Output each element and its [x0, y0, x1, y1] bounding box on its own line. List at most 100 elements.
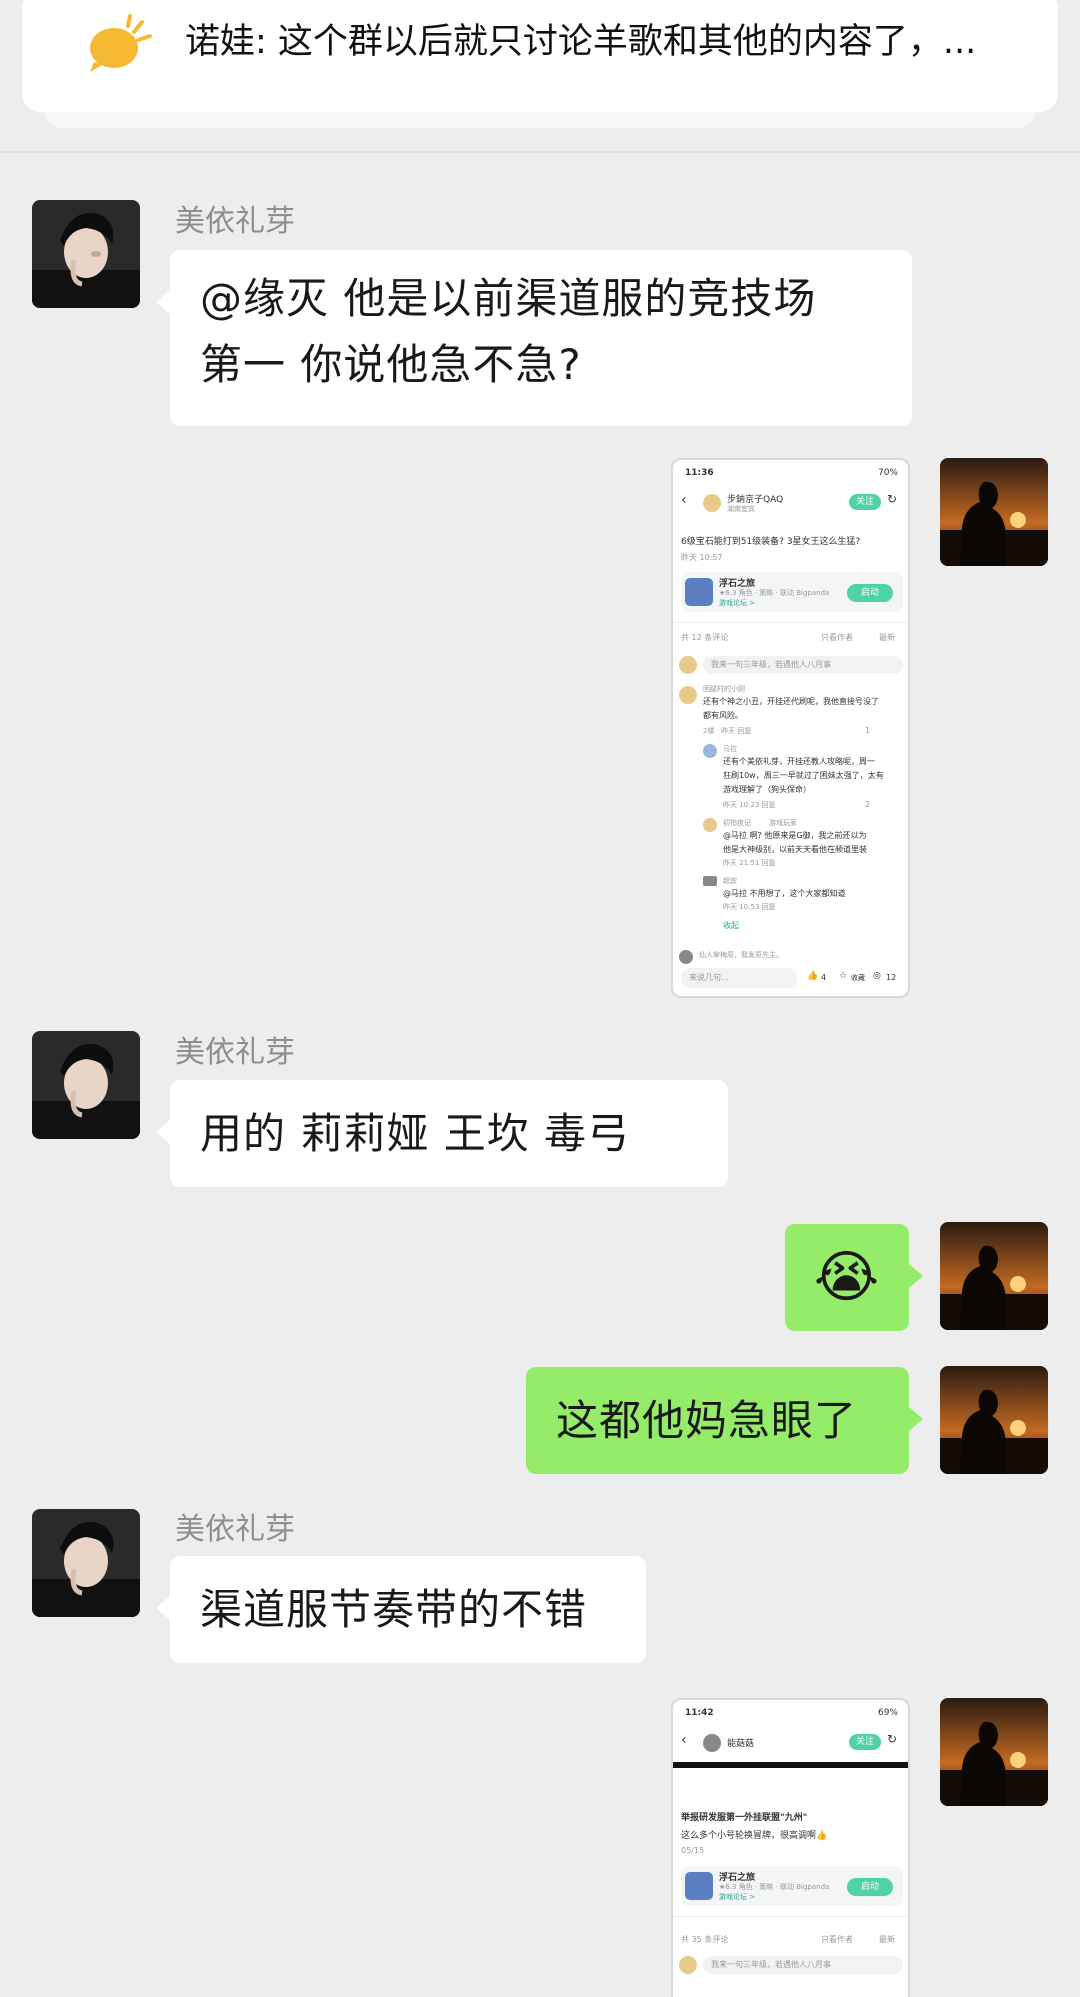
reply-text: 他是大神级别，以前天天看他在频道里装 [723, 845, 867, 854]
message-text: 这都他妈急眼了 [556, 1396, 858, 1445]
avatar-meiyi[interactable] [32, 1509, 140, 1617]
reply-likes: 2 [865, 800, 871, 809]
game-link: 游戏论坛 > [719, 1893, 756, 1901]
post-user-location: 湖南宜宾 [727, 505, 755, 513]
back-icon: ‹ [681, 492, 687, 508]
media-strip [673, 1762, 908, 1768]
reply-meta: 昨天 21:51 回复 [723, 859, 776, 867]
refresh-icon: ↻ [887, 492, 898, 506]
post-title: 6级宝石能打到51级装备? 3星女王这么生猛? [681, 537, 861, 547]
avatar-me[interactable] [940, 1698, 1048, 1806]
sort-newest: 最新 [879, 633, 895, 642]
comments-count: 共 35 条评论 [681, 1935, 729, 1944]
game-meta: ★6.3 角色 · 策略 · 联动 Bigpanda [719, 589, 830, 597]
like-count: 4 [821, 973, 827, 982]
game-link: 游戏论坛 > [719, 599, 756, 607]
bottom-input-placeholder: 来说几句... [689, 973, 729, 982]
message-bubble-sent[interactable]: 这都他妈急眼了 [526, 1367, 923, 1474]
message-text-line: 第一 你说他急不急? [200, 340, 582, 389]
comment-icon: ◎ [873, 971, 881, 981]
user-avatar [703, 1734, 721, 1752]
status-time: 11:36 [685, 468, 714, 478]
post-date: 昨天 10:57 [681, 553, 723, 562]
only-author: 只看作者 [821, 633, 853, 642]
comment-text: 还有个神之小丑，开挂还代刷呢，我他直接号没了 [703, 697, 879, 706]
avatar-image [32, 200, 140, 308]
avatar-meiyi[interactable] [32, 200, 140, 308]
star-icon: ☆ [839, 971, 848, 981]
game-icon [685, 1872, 713, 1900]
separator [673, 622, 908, 623]
avatar-me[interactable] [940, 1366, 1048, 1474]
reply-avatar [703, 876, 717, 886]
comments-count: 共 12 条评论 [681, 633, 729, 642]
avatar-image [32, 1031, 140, 1139]
back-icon: ‹ [681, 1732, 687, 1748]
reply-text: 狂刷10w，周三一早就过了困妹太强了，太有 [723, 771, 884, 780]
loudly-crying-face-icon: 😭 [813, 1245, 881, 1310]
message-bubble[interactable]: 用的 莉莉娅 王坎 毒弓 [156, 1080, 728, 1187]
status-battery: 70% [877, 468, 898, 478]
message-text: 渠道服节奏带的不错 [200, 1585, 588, 1634]
pinned-notice[interactable]: 诺娃: 这个群以后就只讨论羊歌和其他的内容了，... [22, 0, 1058, 112]
reply-text: 还有个美依礼芽，开挂还教人攻略呢，周一 [723, 757, 875, 766]
refresh-icon: ↻ [887, 1732, 898, 1746]
message-text-line: @缘灭 他是以前渠道服的竞技场 [200, 274, 817, 323]
reply-meta: 昨天 10:23 回复 [723, 801, 776, 809]
post-text: 这么多个小号轮换冒牌，很高调啊👍 [681, 1831, 828, 1841]
collect-label: 收藏 [851, 974, 865, 982]
status-time: 11:42 [685, 1708, 714, 1718]
message-bubble-sent[interactable]: 😭 [785, 1224, 923, 1331]
message-text: 用的 莉莉娅 王坎 毒弓 [200, 1109, 631, 1158]
reply-meta: 昨天 10:53 回复 [723, 903, 776, 911]
megaphone-icon [90, 14, 152, 72]
launch-button: 启动 [847, 584, 893, 602]
bottom-avatar [679, 950, 693, 964]
message-bubble[interactable]: @缘灭 他是以前渠道服的竞技场 第一 你说他急不急? [156, 250, 912, 426]
pinned-notice-text: 诺娃: 这个群以后就只讨论羊歌和其他的内容了，... [185, 22, 977, 62]
avatar-me[interactable] [940, 1222, 1048, 1330]
message-bubble[interactable]: 渠道服节奏带的不错 [156, 1556, 646, 1663]
avatar-image [940, 1222, 1048, 1330]
comment-likes: 1 [865, 726, 871, 735]
image-message-screenshot[interactable]: 11:36 70% ‹ 步鈉京子QAQ 湖南宜宾 关注 ↻ 6级宝石能打到51级… [671, 458, 910, 998]
comment-meta: 2楼 · 昨天 回复 [703, 727, 752, 735]
sender-name: 美依礼芽 [175, 1512, 295, 1547]
like-icon: 👍 [807, 971, 819, 981]
post-user: 能菇菇 [727, 1739, 755, 1749]
post-title: 举报研发服第一外挂联盟"九州" [681, 1813, 808, 1823]
comment-input-placeholder: 我来一句三年级，若遇他人八月事 [711, 660, 831, 669]
reply-text: 游戏理解了（狗头保命） [723, 785, 811, 794]
sender-name: 美依礼芽 [175, 1035, 295, 1070]
image-message-screenshot[interactable]: 11:42 69% ‹ 能菇菇 关注 ↻ 举报研发服第一外挂联盟"九州" 这么多… [671, 1698, 910, 1997]
comment-input-placeholder: 我来一句三年级，若遇他人八月事 [711, 1960, 831, 1969]
my-avatar [679, 1956, 697, 1974]
comment-user: 困腿村的小刚 [703, 685, 745, 693]
follow-button: 关注 [849, 494, 881, 510]
avatar-image [940, 1366, 1048, 1474]
game-meta: ★6.3 角色 · 策略 · 联动 Bigpanda [719, 1883, 830, 1891]
divider [0, 151, 1080, 153]
reply-user: 初指夜记 [723, 819, 751, 827]
commenter-avatar [679, 686, 697, 704]
reply-text: @马拉 啊? 他原来是G御，我之前还以为 [723, 831, 867, 840]
reply-avatar [703, 744, 717, 758]
post-date: 05/15 [681, 1846, 705, 1855]
avatar-image [940, 1698, 1048, 1806]
reply-user: 超宾 [723, 877, 737, 885]
launch-button: 启动 [847, 1878, 893, 1896]
avatar-meiyi[interactable] [32, 1031, 140, 1139]
avatar-image [940, 458, 1048, 566]
separator [673, 1916, 908, 1917]
sort-newest: 最新 [879, 1935, 895, 1944]
avatar-image [32, 1509, 140, 1617]
reply-text: @马拉 不用想了，这个大家都知道 [723, 889, 846, 898]
reply-user-tag: 游戏玩家 [769, 819, 797, 827]
comment-count: 12 [886, 973, 897, 982]
comment-text: 都有风险。 [703, 711, 743, 720]
avatar-me[interactable] [940, 458, 1048, 566]
game-icon [685, 578, 713, 606]
bottom-user: 仙人掌梅原，我发原先主。 [699, 951, 783, 959]
only-author: 只看作者 [821, 1935, 853, 1944]
user-avatar [703, 494, 721, 512]
